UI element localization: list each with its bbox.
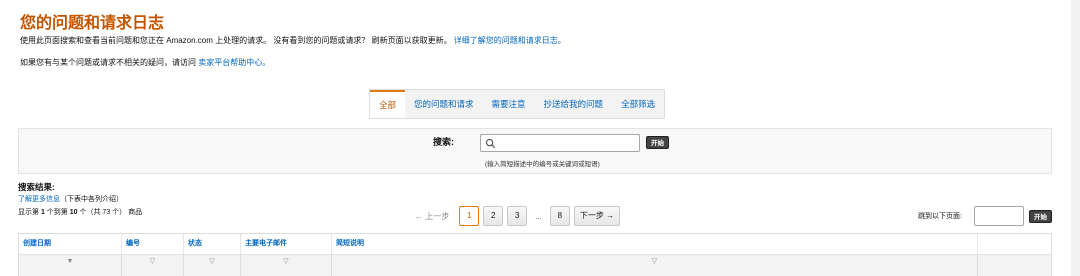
search-panel: 搜索: 开始 (输入简短描述中的编号或关键词或短语) — [18, 128, 1052, 174]
search-icon — [485, 138, 496, 149]
intro-paragraph: 使用此页面搜索和查看当前问题和您正在 Amazon.com 上处理的请求。 没有… — [20, 35, 566, 46]
learn-more-log-link[interactable]: 详细了解您的问题和请求日志。 — [454, 36, 566, 45]
learn-more-link[interactable]: 了解更多信息 — [18, 196, 60, 203]
col-extra — [978, 234, 1053, 254]
filter-icon: ▽ — [651, 258, 658, 265]
search-hint: (输入简短描述中的编号或关键词或短语) — [485, 161, 600, 168]
search-go-button[interactable]: 开始 — [646, 136, 669, 149]
page-scrollbar[interactable] — [1071, 0, 1080, 276]
jump-label: 跳到以下页面: — [918, 213, 962, 220]
jump-page-input[interactable] — [974, 206, 1024, 226]
unrelated-text: 如果您有与某个问题或请求不相关的疑问，请访问 — [20, 58, 199, 67]
filter-id[interactable]: ▽ — [122, 255, 184, 276]
learn-more-suffix: （下表中各列介绍） — [60, 196, 123, 203]
tab-all[interactable]: 全部 — [370, 90, 406, 118]
count-to: 10 — [69, 209, 78, 216]
intro-text: 使用此页面搜索和查看当前问题和您正在 Amazon.com 上处理的请求。 没有… — [20, 36, 454, 45]
filter-icon: ▽ — [283, 258, 289, 265]
tab-cc-issues[interactable]: 抄送给我的问题 — [535, 90, 613, 118]
page-title: 您的问题和请求日志 — [20, 15, 165, 32]
col-status[interactable]: 状态 — [184, 234, 241, 254]
filter-status[interactable]: ▽ — [184, 255, 241, 276]
count-mid: 个到第 — [44, 209, 70, 216]
filter-tabs: 全部 您的问题和请求 需要注意 抄送给我的问题 全部筛选 — [369, 89, 666, 119]
tab-needs-attention[interactable]: 需要注意 — [483, 90, 535, 118]
tab-all-filters[interactable]: 全部筛选 — [612, 90, 664, 118]
page-button-last[interactable]: 8 — [549, 206, 570, 226]
tab-your-issues[interactable]: 您的问题和请求 — [405, 90, 483, 118]
jump-go-button[interactable]: 开始 — [1029, 210, 1052, 223]
filter-row: ▼ ▽ ▽ ▽ ▽ — [19, 254, 1051, 276]
search-label: 搜索: — [433, 137, 454, 147]
pagination: ← 上一步 1 2 3 ... 8 下一步 → — [415, 206, 621, 226]
table-header: 创建日期 编号 状态 主要电子邮件 简短说明 — [19, 234, 1051, 254]
results-more: 了解更多信息（下表中各列介绍） — [18, 194, 123, 204]
page-button-1[interactable]: 1 — [459, 206, 480, 226]
filter-icon: ▽ — [149, 258, 156, 265]
filter-primary-email[interactable]: ▽ — [241, 255, 332, 276]
page-button-2[interactable]: 2 — [483, 206, 504, 226]
filter-short-description[interactable]: ▽ — [332, 255, 978, 276]
next-page-button[interactable]: 下一步 → — [573, 206, 621, 226]
filter-created-date[interactable]: ▼ — [19, 255, 122, 276]
results-title: 搜索结果: — [18, 182, 55, 192]
unrelated-paragraph: 如果您有与某个问题或请求不相关的疑问，请访问 卖家平台帮助中心。 — [20, 57, 270, 68]
page-ellipsis: ... — [535, 211, 542, 221]
count-prefix: 显示第 — [18, 209, 41, 216]
results-table: 创建日期 编号 状态 主要电子邮件 简短说明 ▼ ▽ ▽ ▽ ▽ — [18, 233, 1052, 276]
seller-help-link[interactable]: 卖家平台帮助中心。 — [198, 58, 270, 67]
col-id[interactable]: 编号 — [122, 234, 184, 254]
sort-desc-icon: ▼ — [66, 258, 74, 265]
col-short-description[interactable]: 简短说明 — [332, 234, 978, 254]
results-count: 显示第 1 个到第 10 个（共 73 个） 商品 — [18, 207, 142, 217]
filter-extra — [978, 255, 1053, 276]
col-primary-email[interactable]: 主要电子邮件 — [241, 234, 332, 254]
prev-page-button[interactable]: ← 上一步 — [415, 211, 455, 222]
col-created-date[interactable]: 创建日期 — [19, 234, 122, 254]
search-box[interactable] — [480, 134, 640, 152]
search-input[interactable] — [497, 136, 637, 150]
page-button-3[interactable]: 3 — [507, 206, 528, 226]
filter-icon: ▽ — [209, 258, 215, 265]
count-suffix: 个（共 73 个） 商品 — [77, 209, 143, 216]
